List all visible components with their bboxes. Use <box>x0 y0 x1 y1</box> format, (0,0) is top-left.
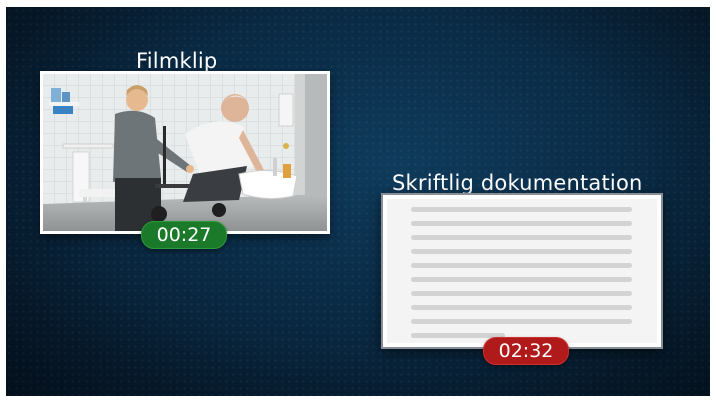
text-line <box>411 249 632 254</box>
documentation-title: Skriftlig dokumentation <box>392 171 643 195</box>
text-line <box>411 235 632 240</box>
documentation-duration-badge: 02:32 <box>483 337 569 365</box>
text-line <box>411 277 632 282</box>
text-line <box>411 319 632 324</box>
slide-canvas: Filmklip 00:27 Skriftlig dokumentation 0… <box>0 0 716 403</box>
video-duration-badge: 00:27 <box>141 221 227 249</box>
text-line <box>411 207 632 212</box>
video-title: Filmklip <box>136 49 218 73</box>
text-line <box>411 291 632 296</box>
text-line <box>411 305 632 310</box>
text-line <box>411 221 632 226</box>
text-line <box>411 263 632 268</box>
video-thumbnail[interactable] <box>40 71 330 234</box>
document-lines-icon <box>387 199 657 343</box>
bathroom-scene-image <box>43 74 327 231</box>
document-thumbnail[interactable] <box>381 193 663 349</box>
